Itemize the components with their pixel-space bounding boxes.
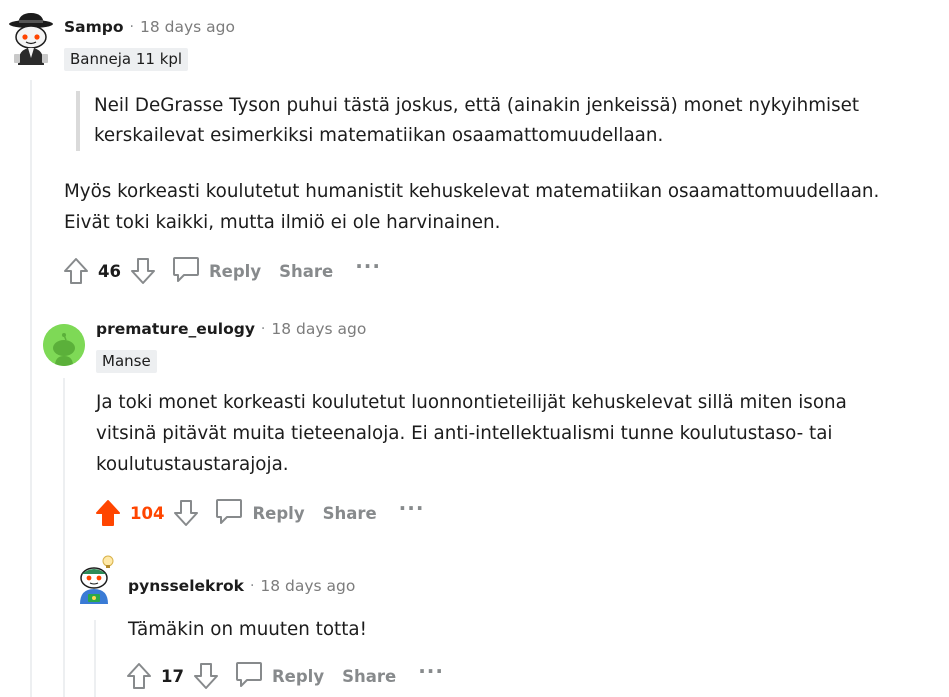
reply-label: Reply [252, 503, 305, 523]
timestamp-link[interactable]: 18 days ago [271, 320, 366, 338]
vote-score: 17 [161, 666, 184, 686]
arrow-up-icon[interactable] [94, 498, 122, 528]
quote-line: kerskailevat esimerkiksi matematiikan os… [94, 125, 664, 146]
comment-meta: Sampo · 18 days ago [64, 18, 235, 36]
comment-body: Myös korkeasti koulutetut humanistit keh… [64, 176, 879, 238]
blockquote: Neil DeGrasse Tyson puhui tästä joskus, … [76, 91, 859, 151]
arrow-up-icon[interactable] [125, 661, 153, 691]
separator-dot: · [260, 321, 266, 337]
avatar[interactable] [74, 554, 120, 606]
comment-body: Tämäkin on muuten totta! [128, 614, 367, 645]
comment-action-bar: 104 Reply Share ··· [94, 496, 424, 530]
share-button[interactable]: Share [323, 504, 377, 523]
thread-line[interactable] [94, 620, 96, 697]
comment-action-bar: 17 Reply Share ··· [125, 659, 444, 693]
comment-meta: pynsselekrok · 18 days ago [128, 577, 355, 595]
arrow-down-icon[interactable] [192, 661, 220, 691]
quote-line: Neil DeGrasse Tyson puhui tästä joskus, … [94, 95, 860, 116]
arrow-up-icon[interactable] [62, 256, 90, 286]
timestamp-link[interactable]: 18 days ago [140, 18, 235, 36]
avatar[interactable] [43, 324, 85, 366]
comment-bubble-icon [171, 254, 201, 288]
comment-thread: Sampo · 18 days ago Banneja 11 kpl Neil … [0, 0, 949, 697]
reply-button[interactable]: Reply [171, 254, 261, 288]
body-line: Myös korkeasti koulutetut humanistit keh… [64, 181, 880, 202]
username-link[interactable]: Sampo [64, 18, 124, 36]
user-flair: Banneja 11 kpl [64, 48, 189, 71]
avatar[interactable] [6, 10, 56, 66]
reply-label: Reply [208, 261, 262, 281]
username-link[interactable]: premature_eulogy [96, 320, 255, 338]
arrow-down-icon[interactable] [129, 256, 157, 286]
separator-dot: · [129, 19, 134, 35]
reply-label: Reply [271, 666, 325, 686]
timestamp-link[interactable]: 18 days ago [260, 577, 355, 595]
ellipsis-icon[interactable]: ··· [399, 496, 425, 520]
thread-line[interactable] [30, 80, 32, 697]
comment-action-bar: 46 Reply Share ··· [62, 254, 381, 288]
body-line: vitsinä pitävät muita tieteenaloja. Ei a… [96, 423, 833, 444]
share-button[interactable]: Share [279, 262, 333, 281]
body-line: koulutustaustarajoja. [96, 454, 289, 475]
ellipsis-icon[interactable]: ··· [355, 254, 381, 278]
ellipsis-icon[interactable]: ··· [418, 659, 444, 683]
arrow-down-icon[interactable] [172, 498, 200, 528]
username-link[interactable]: pynsselekrok [128, 577, 244, 595]
comment-body: Ja toki monet korkeasti koulutetut luonn… [96, 387, 847, 480]
user-flair: Manse [96, 350, 157, 373]
vote-score: 104 [130, 503, 165, 523]
reply-button[interactable]: Reply [234, 659, 324, 693]
body-line: Eivät toki kaikki, mutta ilmiö ei ole ha… [64, 212, 501, 233]
thread-line[interactable] [63, 378, 65, 697]
vote-score: 46 [98, 261, 121, 281]
reply-button[interactable]: Reply [214, 496, 305, 530]
comment-bubble-icon [214, 496, 244, 530]
comment-meta: premature_eulogy · 18 days ago [96, 320, 366, 338]
body-line: Tämäkin on muuten totta! [128, 619, 367, 640]
separator-dot: · [249, 578, 255, 594]
body-line: Ja toki monet korkeasti koulutetut luonn… [96, 392, 847, 413]
share-button[interactable]: Share [342, 667, 396, 686]
comment-bubble-icon [234, 659, 264, 693]
